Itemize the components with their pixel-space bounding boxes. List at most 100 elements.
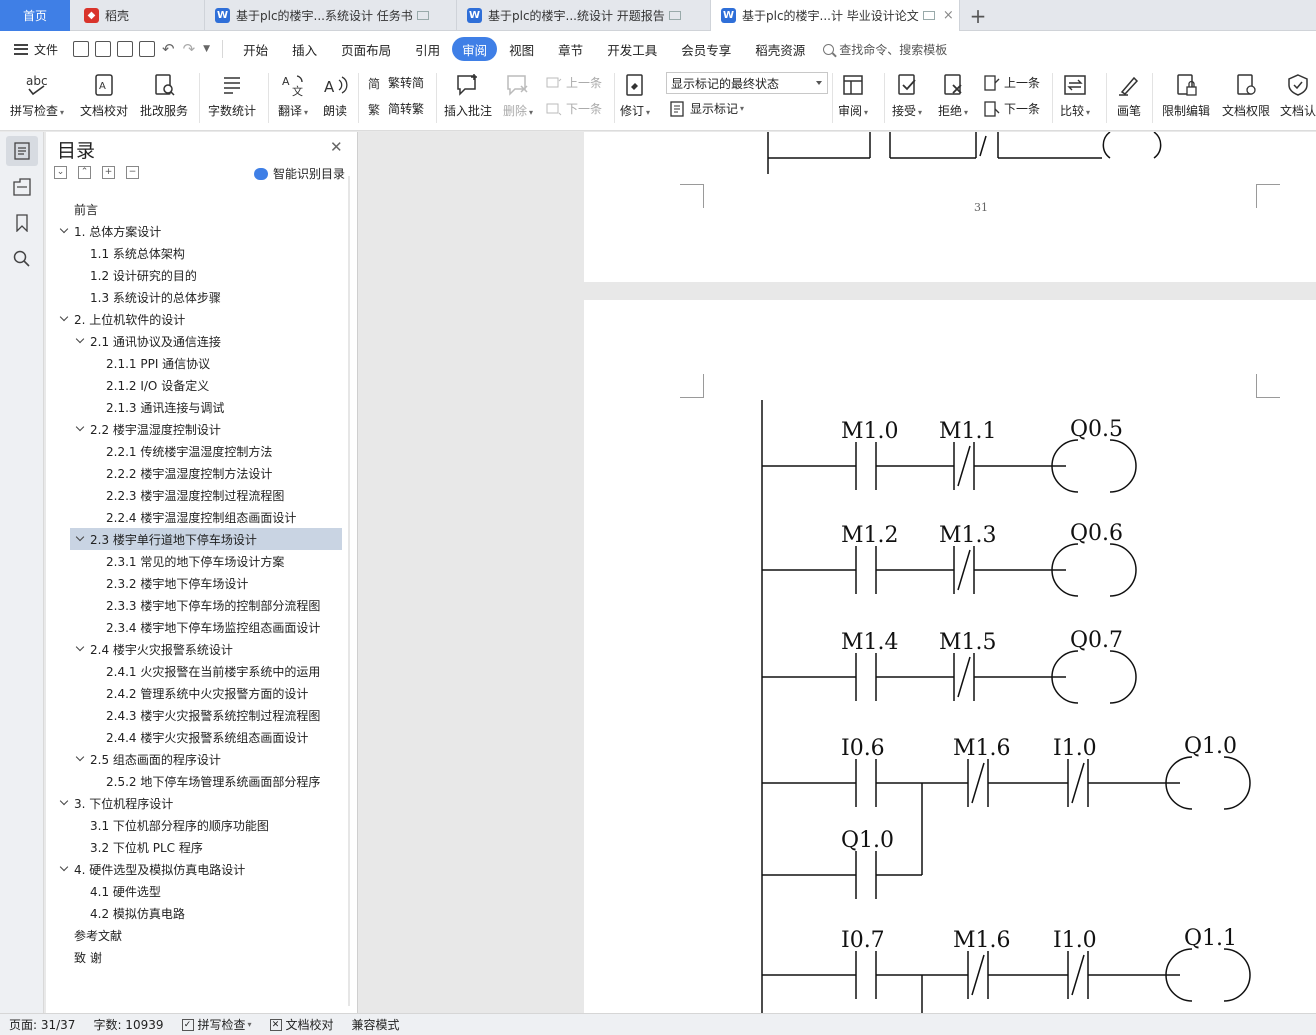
- read-aloud-button[interactable]: A 朗读: [322, 67, 348, 119]
- toc-item[interactable]: 2.1.2 I/O 设备定义: [46, 374, 350, 396]
- accept-button[interactable]: 接受 ▾: [892, 67, 922, 119]
- toc-item[interactable]: 2.1.3 通讯连接与调试: [46, 396, 350, 418]
- toc-item[interactable]: 2.2.3 楼宇温湿度控制过程流程图: [46, 484, 350, 506]
- chevron-down-icon[interactable]: [58, 224, 70, 237]
- simp-to-trad-button[interactable]: 繁 简转繁: [368, 100, 424, 117]
- proofread-button[interactable]: A 文档校对: [80, 67, 128, 119]
- tab-docer[interactable]: ◆ 稻壳: [74, 0, 199, 31]
- tab-home[interactable]: 首页: [0, 0, 70, 31]
- bookmark-panel-button[interactable]: [6, 208, 38, 238]
- menu-tab-2[interactable]: 页面布局: [329, 37, 403, 61]
- toc-item[interactable]: 2.2.1 传统楼宇温湿度控制方法: [46, 440, 350, 462]
- doc-permission-button[interactable]: 文档权限: [1222, 67, 1270, 119]
- redo-icon[interactable]: ↷: [183, 40, 196, 58]
- word-count-indicator[interactable]: 字数: 10939: [84, 1016, 172, 1033]
- tab-doc-proposal[interactable]: W 基于plc的楼宇...统设计 开题报告: [456, 0, 706, 31]
- spell-check-toggle[interactable]: ✓ 拼写检查 ▾: [173, 1016, 261, 1033]
- toc-item[interactable]: 2.1.1 PPI 通信协议: [46, 352, 350, 374]
- menu-tab-6[interactable]: 章节: [546, 37, 595, 61]
- tab-doc-task[interactable]: W 基于plc的楼宇...系统设计 任务书: [204, 0, 454, 31]
- chevron-down-icon[interactable]: [74, 642, 86, 655]
- show-markup-button[interactable]: 显示标记 ▾: [670, 100, 744, 117]
- menu-tab-4[interactable]: 审阅: [452, 37, 498, 61]
- menu-tab-5[interactable]: 视图: [497, 37, 546, 61]
- toc-item[interactable]: 2.3.1 常见的地下停车场设计方案: [46, 550, 350, 572]
- undo-icon[interactable]: ↶: [162, 40, 175, 58]
- trad-to-simp-button[interactable]: 简 繁转简: [368, 74, 424, 91]
- toc-item[interactable]: 2.5.2 地下停车场管理系统画面部分程序: [46, 770, 350, 792]
- print-preview-icon[interactable]: [139, 41, 155, 57]
- toc-item[interactable]: 2.2.2 楼宇温湿度控制方法设计: [46, 462, 350, 484]
- menu-tab-7[interactable]: 开发工具: [595, 37, 669, 61]
- word-count-button[interactable]: 字数统计: [208, 67, 256, 119]
- expand-all-icon[interactable]: ⌄: [54, 166, 67, 179]
- menu-tab-1[interactable]: 插入: [280, 37, 329, 61]
- menu-tab-0[interactable]: 开始: [231, 37, 280, 61]
- delete-comment-button[interactable]: 删除 ▾: [503, 67, 533, 119]
- prev-comment-button[interactable]: 上一条: [546, 74, 602, 91]
- toc-item[interactable]: 4.2 模拟仿真电路: [46, 902, 350, 924]
- toc-item[interactable]: 2.4.1 火灾报警在当前楼宇系统中的运用: [46, 660, 350, 682]
- toc-item[interactable]: 参考文献: [46, 924, 350, 946]
- add-heading-icon[interactable]: +: [102, 166, 115, 179]
- spell-check-button[interactable]: abc 拼写检查 ▾: [10, 67, 64, 119]
- toc-item[interactable]: 2.3.2 楼宇地下停车场设计: [46, 572, 350, 594]
- toc-item[interactable]: 1. 总体方案设计: [46, 220, 350, 242]
- save-icon[interactable]: [73, 41, 89, 57]
- toc-item[interactable]: 4. 硬件选型及模拟仿真电路设计: [46, 858, 350, 880]
- toc-item[interactable]: 前言: [46, 198, 350, 220]
- toc-item[interactable]: 1.2 设计研究的目的: [46, 264, 350, 286]
- command-search[interactable]: 查找命令、搜索模板: [823, 41, 947, 58]
- chevron-down-icon[interactable]: [58, 862, 70, 875]
- doc-cert-button[interactable]: 文档认: [1280, 67, 1316, 119]
- toc-item[interactable]: 2.3.4 楼宇地下停车场监控组态画面设计: [46, 616, 350, 638]
- document-canvas[interactable]: 31 M1.0 M1.1 Q0.5 M1.2 M1.3 Q0.6 M1.4 M1.5 Q0.7 I…: [359, 132, 1316, 1013]
- menu-tab-8[interactable]: 会员专享: [669, 37, 743, 61]
- chevron-down-icon[interactable]: [58, 796, 70, 809]
- page-indicator[interactable]: 页面: 31/37: [0, 1016, 84, 1033]
- prev-change-button[interactable]: 上一条: [984, 74, 1040, 91]
- print-icon[interactable]: [117, 41, 133, 57]
- toc-item[interactable]: 致 谢: [46, 946, 350, 968]
- chevron-down-icon[interactable]: [74, 752, 86, 765]
- translate-button[interactable]: A文 翻译 ▾: [278, 67, 308, 119]
- toc-item[interactable]: 1.1 系统总体架构: [46, 242, 350, 264]
- toc-item[interactable]: 2.4.4 楼宇火灾报警系统组态画面设计: [46, 726, 350, 748]
- track-changes-button[interactable]: 修订 ▾: [620, 67, 650, 119]
- toc-item[interactable]: 3.1 下位机部分程序的顺序功能图: [46, 814, 350, 836]
- chevron-down-icon[interactable]: [74, 532, 86, 545]
- find-panel-button[interactable]: [6, 244, 38, 274]
- toc-item[interactable]: 2.3.3 楼宇地下停车场的控制部分流程图: [46, 594, 350, 616]
- new-tab-button[interactable]: +: [966, 0, 990, 31]
- toc-item[interactable]: 2.4.3 楼宇火灾报警系统控制过程流程图: [46, 704, 350, 726]
- chevron-down-icon[interactable]: [58, 312, 70, 325]
- toc-item[interactable]: 2.4.2 管理系统中火灾报警方面的设计: [46, 682, 350, 704]
- batch-service-button[interactable]: 批改服务: [140, 67, 188, 119]
- next-change-button[interactable]: 下一条: [984, 100, 1040, 117]
- toc-item[interactable]: 2.5 组态画面的程序设计: [46, 748, 350, 770]
- insert-comment-button[interactable]: 插入批注: [444, 67, 492, 119]
- close-icon[interactable]: ×: [943, 8, 954, 23]
- toc-scrollbar[interactable]: [348, 176, 350, 1006]
- toc-item[interactable]: 3.2 下位机 PLC 程序: [46, 836, 350, 858]
- chevron-down-icon[interactable]: [74, 334, 86, 347]
- toc-item[interactable]: 2.3 楼宇单行道地下停车场设计: [70, 528, 342, 550]
- collapse-all-icon[interactable]: ⌃: [78, 166, 91, 179]
- compare-button[interactable]: 比较 ▾: [1060, 67, 1090, 119]
- reject-button[interactable]: 拒绝 ▾: [938, 67, 968, 119]
- chapter-panel-button[interactable]: [6, 172, 38, 202]
- restrict-editing-button[interactable]: 限制编辑: [1162, 67, 1210, 119]
- close-icon[interactable]: ✕: [330, 138, 343, 156]
- toc-item[interactable]: 1.3 系统设计的总体步骤: [46, 286, 350, 308]
- tab-doc-thesis[interactable]: W 基于plc的楼宇...计 毕业设计论文 ×: [710, 0, 960, 31]
- export-icon[interactable]: [95, 41, 111, 57]
- toc-panel-button[interactable]: [6, 136, 38, 166]
- review-pane-button[interactable]: 审阅 ▾: [838, 67, 868, 119]
- menu-tab-3[interactable]: 引用: [403, 37, 452, 61]
- menu-tab-9[interactable]: 稻壳资源: [743, 37, 817, 61]
- toc-item[interactable]: 2.4 楼宇火灾报警系统设计: [46, 638, 350, 660]
- smart-toc-button[interactable]: 智能识别目录: [254, 165, 345, 182]
- chevron-down-icon[interactable]: [74, 422, 86, 435]
- toc-item[interactable]: 3. 下位机程序设计: [46, 792, 350, 814]
- next-comment-button[interactable]: 下一条: [546, 100, 602, 117]
